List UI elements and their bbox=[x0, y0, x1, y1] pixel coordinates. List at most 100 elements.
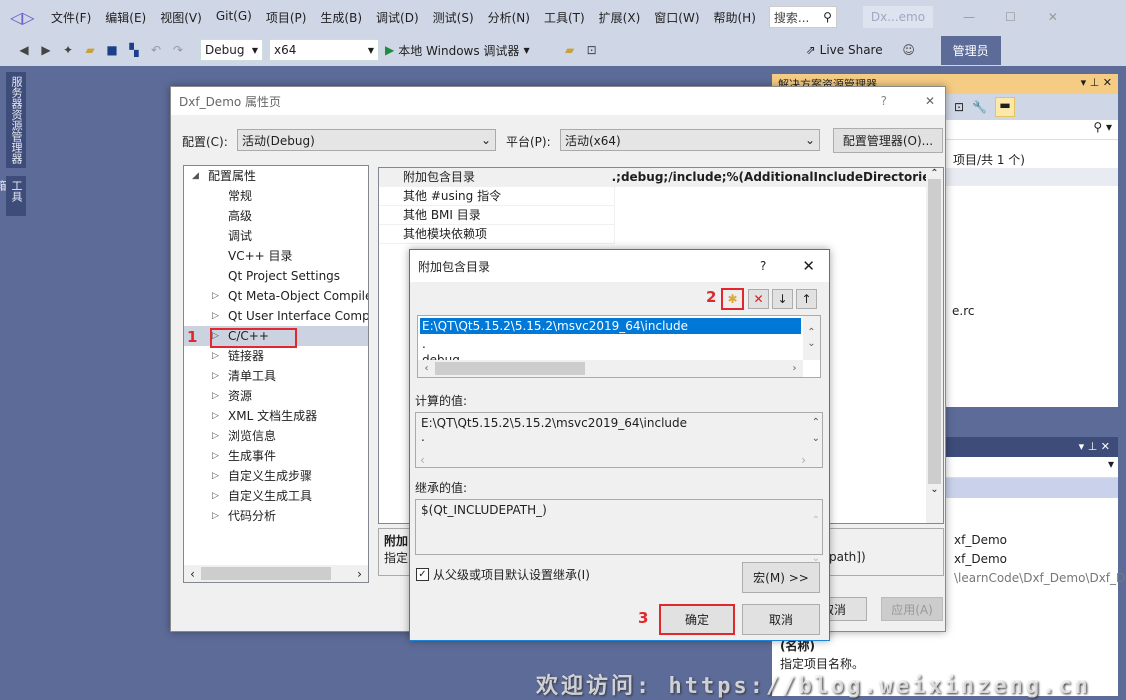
menu-item[interactable]: 测试(S) bbox=[426, 9, 481, 26]
property-value[interactable]: xf_Demo bbox=[954, 531, 1125, 550]
menu-item[interactable]: 文件(F) bbox=[44, 9, 98, 26]
admin-badge[interactable]: 管理员 bbox=[940, 35, 1001, 65]
minimize-button[interactable]: — bbox=[963, 10, 975, 24]
expand-icon[interactable]: ▷ bbox=[212, 286, 219, 306]
menu-item[interactable]: 项目(P) bbox=[259, 9, 314, 26]
grid-vscrollbar[interactable]: ⌃ ⌄ bbox=[926, 168, 943, 523]
tree-item[interactable]: ▷ 自定义生成工具 bbox=[184, 486, 368, 506]
tree-item[interactable]: ▷ 代码分析 bbox=[184, 506, 368, 526]
tree-item-root[interactable]: ◢ 配置属性 bbox=[184, 166, 368, 186]
menu-item[interactable]: 窗口(W) bbox=[647, 9, 706, 26]
side-tab-server-explorer[interactable]: 服务器资源管理器 bbox=[6, 72, 26, 168]
platform-select[interactable]: 活动(x64) ⌄ bbox=[560, 129, 820, 151]
tree-item[interactable]: ▷Qt User Interface Compiler bbox=[184, 306, 368, 326]
cancel-button[interactable]: 取消 bbox=[742, 604, 820, 635]
tree-hscrollbar[interactable]: ‹ › bbox=[184, 565, 368, 582]
grid-row[interactable]: 其他模块依赖项 bbox=[379, 225, 943, 244]
new-folder-icon: ✱ bbox=[727, 292, 738, 306]
delete-line-button[interactable]: ✕ bbox=[748, 289, 769, 309]
menu-item[interactable]: 视图(V) bbox=[153, 9, 209, 26]
config-select[interactable]: 活动(Debug) ⌄ bbox=[237, 129, 496, 151]
window-layout-icon[interactable]: ⊡ bbox=[584, 42, 600, 58]
inherit-checkbox[interactable]: ✓ 从父级或项目默认设置继承(I) bbox=[416, 566, 590, 583]
tree-item[interactable]: Qt Project Settings bbox=[184, 266, 368, 286]
feedback-icon[interactable]: ☺ bbox=[901, 42, 917, 58]
expand-icon[interactable]: ▷ bbox=[212, 426, 219, 446]
maximize-button[interactable]: ☐ bbox=[1005, 10, 1016, 24]
expand-icon[interactable]: ▷ bbox=[212, 306, 219, 326]
property-value[interactable]: xf_Demo bbox=[954, 550, 1125, 569]
pin-close-icons[interactable]: ▾ ⊥ ✕ bbox=[1081, 76, 1112, 92]
expand-icon[interactable]: ▷ bbox=[212, 446, 219, 466]
file-item[interactable]: e.rc bbox=[952, 304, 974, 318]
close-button[interactable]: ✕ bbox=[802, 257, 815, 275]
menu-item[interactable]: 帮助(H) bbox=[707, 9, 763, 26]
expand-icon[interactable]: ▷ bbox=[212, 366, 219, 386]
back-icon[interactable]: ◀ bbox=[16, 42, 32, 58]
expand-icon[interactable]: ▷ bbox=[212, 406, 219, 426]
menu-item[interactable]: 编辑(E) bbox=[98, 9, 153, 26]
include-dirs-list[interactable]: E:\QT\Qt5.15.2\5.15.2\msvc2019_64\includ… bbox=[417, 315, 821, 378]
tree-item[interactable]: ▷ 清单工具 bbox=[184, 366, 368, 386]
search-input[interactable]: 搜索... ⚲ bbox=[768, 6, 837, 28]
open-folder-icon[interactable]: ▰ bbox=[82, 42, 98, 58]
platform-dropdown[interactable]: x64 ▼ bbox=[269, 39, 379, 61]
help-button[interactable]: ? bbox=[760, 259, 766, 273]
redo-icon[interactable]: ↷ bbox=[170, 42, 186, 58]
grid-row[interactable]: 附加包含目录 .;debug;/include;%(AdditionalInclu… bbox=[379, 168, 943, 187]
expand-icon[interactable]: ▷ bbox=[212, 346, 219, 366]
include-dirs-dialog: 附加包含目录 ? ✕ 2 ✱ ✕ ↓ ↑ E:\QT\Qt5.15.2\5.15… bbox=[409, 249, 830, 641]
new-line-button[interactable]: ✱ bbox=[721, 288, 744, 310]
list-item[interactable]: . bbox=[418, 336, 820, 352]
find-in-files-icon[interactable]: ▰ bbox=[562, 42, 578, 58]
expand-icon[interactable]: ▷ bbox=[212, 506, 219, 526]
new-project-icon[interactable]: ✦ bbox=[60, 42, 76, 58]
close-window-button[interactable]: ✕ bbox=[1048, 10, 1058, 24]
menu-item[interactable]: 工具(T) bbox=[537, 9, 592, 26]
tree-item[interactable]: 高级 bbox=[184, 206, 368, 226]
wrench-icon[interactable]: 🔧 bbox=[972, 100, 987, 114]
grid-row[interactable]: 其他 BMI 目录 bbox=[379, 206, 943, 225]
preview-toggle[interactable]: ▬ bbox=[995, 97, 1016, 117]
config-manager-button[interactable]: 配置管理器(O)... bbox=[833, 128, 943, 153]
live-share-button[interactable]: ⇗ Live Share bbox=[806, 43, 883, 57]
config-dropdown[interactable]: Debug ▼ bbox=[200, 39, 263, 61]
tree-item[interactable]: ▷ 资源 bbox=[184, 386, 368, 406]
tree-item[interactable]: 调试 bbox=[184, 226, 368, 246]
help-button[interactable]: ? bbox=[881, 94, 887, 108]
close-button[interactable]: ✕ bbox=[925, 94, 935, 108]
expand-icon[interactable]: ▷ bbox=[212, 386, 219, 406]
expand-icon[interactable]: ▷ bbox=[212, 466, 219, 486]
list-hscrollbar[interactable]: ‹ › bbox=[418, 360, 803, 377]
run-button[interactable]: ▶ 本地 Windows 调试器 ▼ bbox=[385, 42, 530, 59]
tree-item[interactable]: ▷ 自定义生成步骤 bbox=[184, 466, 368, 486]
move-up-button[interactable]: ↑ bbox=[796, 289, 817, 309]
menu-item[interactable]: 分析(N) bbox=[481, 9, 537, 26]
menu-item[interactable]: Git(G) bbox=[209, 9, 259, 26]
ok-button[interactable]: 确定 bbox=[659, 604, 735, 635]
grid-row[interactable]: 其他 #using 指令 bbox=[379, 187, 943, 206]
tree-item[interactable]: ▷ 浏览信息 bbox=[184, 426, 368, 446]
tree-item[interactable]: 常规 bbox=[184, 186, 368, 206]
menu-item[interactable]: 扩展(X) bbox=[592, 9, 648, 26]
move-down-button[interactable]: ↓ bbox=[772, 289, 793, 309]
list-vscrollbar[interactable]: ⌃ ⌄ bbox=[803, 316, 820, 360]
property-value[interactable]: \learnCode\Dxf_Demo\Dxf_D bbox=[954, 569, 1125, 588]
list-item-selected[interactable]: E:\QT\Qt5.15.2\5.15.2\msvc2019_64\includ… bbox=[420, 318, 801, 334]
macros-button[interactable]: 宏(M) >> bbox=[742, 562, 820, 593]
tree-item[interactable]: ▷ Qt Meta-Object Compiler bbox=[184, 286, 368, 306]
tree-item[interactable]: ▷ XML 文档生成器 bbox=[184, 406, 368, 426]
menu-item[interactable]: 调试(D) bbox=[369, 9, 426, 26]
save-icon[interactable]: ■ bbox=[104, 42, 120, 58]
menu-item[interactable]: 生成(B) bbox=[313, 9, 369, 26]
expand-icon[interactable]: ▷ bbox=[212, 486, 219, 506]
apply-button[interactable]: 应用(A) bbox=[881, 597, 943, 621]
forward-icon[interactable]: ▶ bbox=[38, 42, 54, 58]
tree-item[interactable]: VC++ 目录 bbox=[184, 246, 368, 266]
tree-item[interactable]: ▷ 链接器 bbox=[184, 346, 368, 366]
save-all-icon[interactable]: ▚ bbox=[126, 42, 142, 58]
view-icon[interactable]: ⊡ bbox=[954, 100, 964, 114]
side-tab-toolbox[interactable]: 工具箱 bbox=[0, 176, 26, 216]
tree-item[interactable]: ▷ 生成事件 bbox=[184, 446, 368, 466]
undo-icon[interactable]: ↶ bbox=[148, 42, 164, 58]
